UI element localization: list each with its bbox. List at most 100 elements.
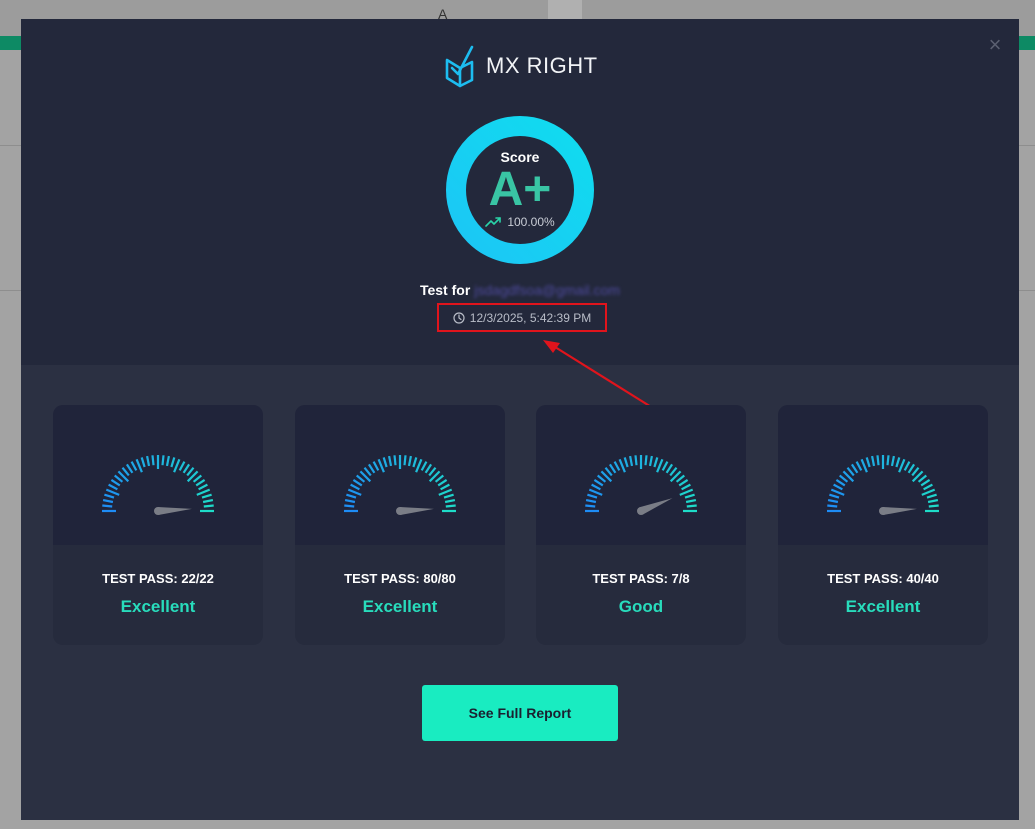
gauge-needle-hub: [879, 507, 887, 515]
gauge-tick: [591, 483, 601, 491]
clock-icon: [453, 311, 465, 324]
test-for-email: jsdagdfsoa@gmail.com: [474, 282, 621, 298]
gauge-tick: [196, 488, 211, 496]
gauge-tick: [665, 463, 674, 474]
gauge-tick: [629, 455, 634, 467]
gauge-tick: [685, 499, 697, 504]
gauge-tick: [678, 478, 689, 487]
gauge-tick: [198, 483, 208, 491]
gauge-tick: [415, 458, 423, 473]
gauge-tick: [926, 493, 937, 499]
gauge-tick: [827, 504, 838, 508]
gauge-tick: [830, 488, 845, 496]
gauge-tick: [344, 504, 355, 508]
gauge-tick: [352, 478, 363, 487]
logo-text: MX RIGHT: [486, 53, 598, 78]
mx-right-checkmark-icon: [445, 45, 474, 88]
gauge-tick: [146, 455, 151, 467]
test-card: TEST PASS: 40/40 Excellent: [778, 405, 988, 645]
gauge-tick: [634, 455, 638, 466]
card-pass-count: TEST PASS: 80/80: [344, 571, 456, 586]
gauge-meter: [102, 455, 214, 515]
card-rating: Excellent: [362, 597, 438, 616]
gauge-tick: [890, 455, 895, 467]
card-rating: Excellent: [845, 597, 921, 616]
gauge-tick: [920, 478, 931, 487]
gauge-tick: [135, 458, 143, 473]
gauge-tick: [669, 467, 678, 477]
gauge-tick: [835, 478, 846, 487]
gauge-tick: [393, 455, 397, 466]
close-icon[interactable]: ×: [985, 34, 1005, 56]
gauge-tick: [679, 488, 694, 496]
test-for: Test for jsdagdfsoa@gmail.com: [21, 282, 1019, 298]
gauge-tick: [585, 504, 596, 508]
gauge-tick: [865, 457, 871, 468]
gauge-tick: [438, 488, 453, 496]
score-modal: × MX RIGHT Score A+ 100.00% Test for jsd…: [21, 19, 1019, 820]
trend-up-icon: [485, 217, 502, 227]
gauge-tick: [588, 488, 603, 496]
gauge-tick: [587, 493, 598, 499]
gauge-tick: [921, 488, 936, 496]
gauge-tick: [593, 478, 604, 487]
gauge-tick: [102, 499, 114, 504]
score-percentage-value: 100.00%: [507, 215, 555, 229]
gauge-tick: [377, 458, 385, 473]
gauge-tick: [403, 455, 407, 466]
mx-right-logo: MX RIGHT: [444, 44, 598, 88]
gauge-needle: [399, 507, 434, 515]
gauge-tick: [350, 483, 360, 491]
gauge-tick: [911, 467, 920, 477]
gauge-tick: [182, 463, 191, 474]
gauge-tick: [898, 458, 906, 473]
gauge-tick: [675, 474, 685, 483]
gauge-tick: [917, 474, 927, 483]
gauge-tick: [895, 457, 901, 468]
gauge-tick: [428, 467, 437, 477]
test-card: TEST PASS: 22/22 Excellent: [53, 405, 263, 645]
gauge-tick: [186, 467, 195, 477]
card-pass-count: TEST PASS: 22/22: [102, 571, 214, 586]
test-card: TEST PASS: 7/8 Good: [536, 405, 746, 645]
gauge-meter: [827, 455, 939, 515]
gauge-tick: [850, 463, 859, 474]
gauge-tick: [437, 478, 448, 487]
gauge-tick: [114, 474, 124, 483]
gauge-tick: [105, 488, 120, 496]
gauge-tick: [876, 455, 880, 466]
gauge-meter: [344, 455, 456, 515]
gauge-tick: [923, 483, 933, 491]
see-full-report-button[interactable]: See Full Report: [422, 685, 618, 741]
gauge-tick: [173, 458, 181, 473]
gauge-tick: [108, 483, 118, 491]
card-pass-count: TEST PASS: 40/40: [827, 571, 939, 586]
test-card: TEST PASS: 80/80 Excellent: [295, 405, 505, 645]
gauge-tick: [618, 458, 626, 473]
gauge-tick: [178, 461, 186, 471]
gauge-tick: [412, 457, 418, 468]
gauge-tick: [653, 457, 659, 468]
gauge-tick: [363, 467, 372, 477]
gauge-tick: [846, 467, 855, 477]
gauge-tick: [344, 499, 356, 504]
gauge-tick: [104, 493, 115, 499]
gauge-tick: [827, 499, 839, 504]
gauge-tick: [585, 499, 597, 504]
card-pass-count: TEST PASS: 7/8: [592, 571, 690, 586]
gauge-tick: [444, 499, 456, 504]
gauge-needle: [882, 507, 917, 515]
gauge-needle: [157, 507, 192, 515]
gauge-tick: [597, 474, 607, 483]
gauge-tick: [121, 467, 130, 477]
gauge-tick: [372, 461, 380, 471]
gauge-tick: [440, 483, 450, 491]
gauge-tick: [203, 504, 214, 508]
gauge-tick: [201, 493, 212, 499]
gauge-tick: [608, 463, 617, 474]
gauge-tick: [407, 455, 412, 467]
gauge-tick: [424, 463, 433, 474]
gauge-tick: [927, 499, 939, 504]
gauge-needle-hub: [154, 507, 162, 515]
gauge-tick: [388, 455, 393, 467]
